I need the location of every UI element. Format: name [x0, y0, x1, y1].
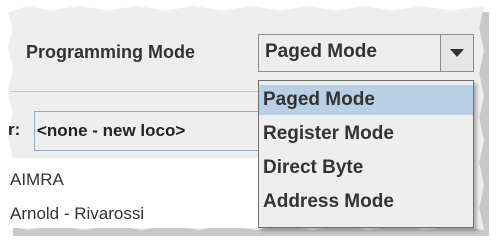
torn-screenshot-frame: Programming Mode Paged Mode r: <none - n…	[0, 0, 496, 241]
manufacturer-list[interactable]: AIMRA Arnold - Rivarossi	[10, 158, 262, 228]
programming-mode-selected-value: Paged Mode	[265, 41, 377, 62]
option-register-mode[interactable]: Register Mode	[259, 119, 473, 149]
programming-mode-combobox[interactable]: Paged Mode	[258, 34, 474, 72]
list-item[interactable]: AIMRA	[10, 170, 64, 190]
list-item[interactable]: Arnold - Rivarossi	[10, 204, 144, 224]
roster-selected-value: <none - new loco>	[37, 121, 186, 140]
section-divider	[10, 91, 262, 92]
roster-combobox[interactable]: <none - new loco>	[34, 111, 262, 151]
option-address-mode[interactable]: Address Mode	[259, 187, 473, 217]
dropdown-toggle-button[interactable]	[440, 35, 473, 71]
roster-label: r:	[8, 120, 21, 139]
chevron-down-icon	[450, 49, 464, 57]
programming-mode-label: Programming Mode	[26, 42, 196, 62]
option-direct-byte[interactable]: Direct Byte	[259, 153, 473, 183]
option-paged-mode[interactable]: Paged Mode	[259, 85, 473, 115]
programming-mode-dropdown-list[interactable]: Paged Mode Register Mode Direct Byte Add…	[258, 80, 474, 228]
